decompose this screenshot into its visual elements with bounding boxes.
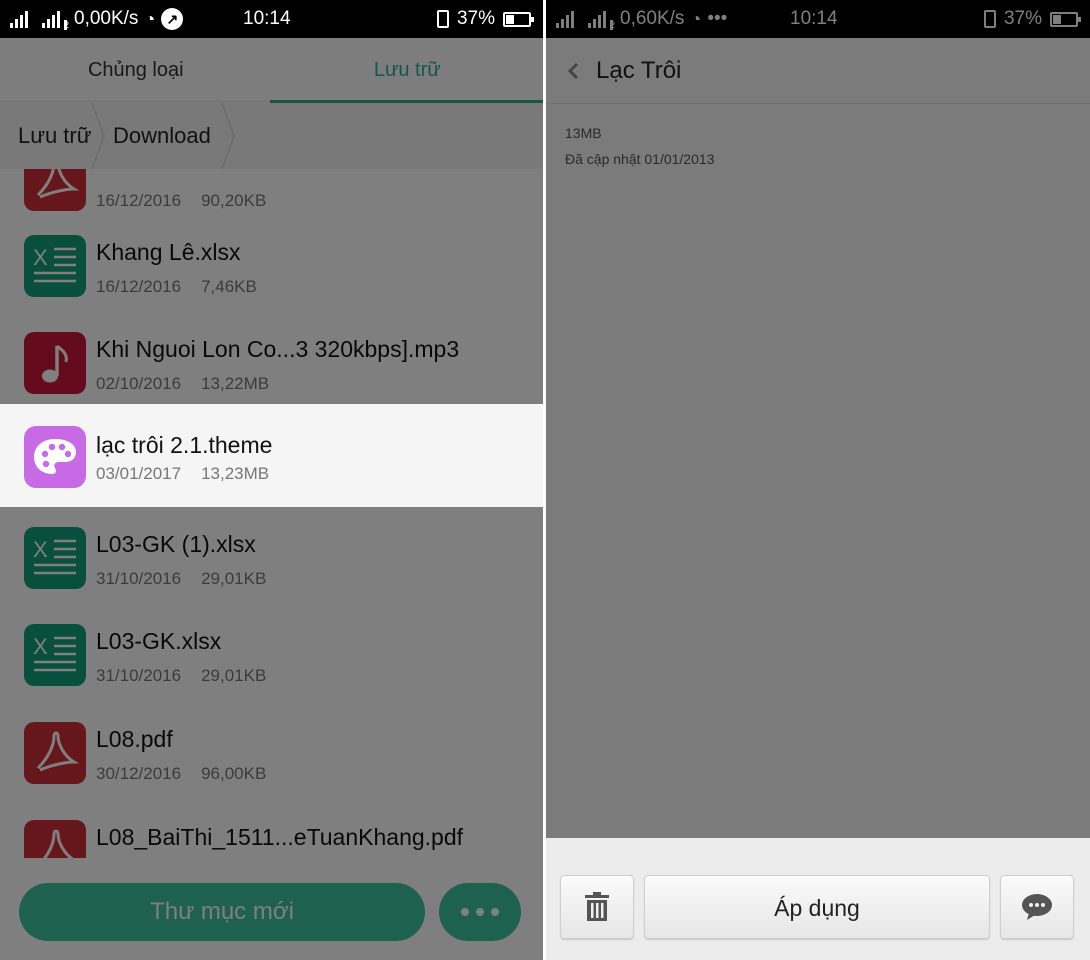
signal-icon bbox=[10, 10, 28, 28]
vibrate-icon bbox=[436, 10, 449, 28]
file-manager-screen: 2 0,00K/s ◔ ↗ 10:14 37% Chủng loại Lưu t… bbox=[0, 0, 543, 960]
trash-icon bbox=[585, 892, 609, 921]
action-bar: Áp dụng bbox=[546, 838, 1090, 960]
messenger-icon: ↗ bbox=[161, 8, 184, 30]
file-size: 13,23MB bbox=[201, 464, 270, 483]
battery-percent: 37% bbox=[456, 8, 495, 29]
delete-button[interactable] bbox=[560, 875, 634, 939]
status-right: 37% bbox=[436, 8, 534, 30]
status-left: 2 0,00K/s ◔ ↗ bbox=[10, 8, 184, 30]
file-date: 03/01/2017 bbox=[96, 464, 182, 483]
status-bar: 2 0,00K/s ◔ ↗ 10:14 37% bbox=[0, 0, 543, 38]
sim2-label: 2 bbox=[64, 20, 70, 30]
palette-icon bbox=[24, 426, 86, 488]
apply-button[interactable]: Áp dụng bbox=[644, 875, 990, 939]
dim-overlay bbox=[0, 38, 543, 404]
signal-sim2-icon: 2 bbox=[42, 10, 69, 30]
comment-button[interactable] bbox=[1000, 875, 1074, 939]
dim-overlay bbox=[0, 507, 543, 960]
network-speed: 0,00K/s bbox=[74, 8, 139, 29]
comment-icon bbox=[1022, 894, 1052, 920]
battery-fill bbox=[506, 14, 515, 24]
file-meta: 03/01/2017 13,23MB bbox=[96, 464, 269, 484]
theme-detail-screen: 2 0,60K/s ◔ ••• 10:14 37% Lạc Trôi 13MB … bbox=[546, 0, 1090, 960]
file-name: lạc trôi 2.1.theme bbox=[96, 432, 273, 458]
battery-icon bbox=[503, 11, 534, 27]
status-time: 10:14 bbox=[243, 8, 291, 29]
selected-file-row[interactable]: lạc trôi 2.1.theme 03/01/2017 13,23MB bbox=[0, 404, 543, 507]
dim-overlay bbox=[546, 0, 1090, 838]
wifi-icon: ◔ bbox=[144, 8, 156, 29]
